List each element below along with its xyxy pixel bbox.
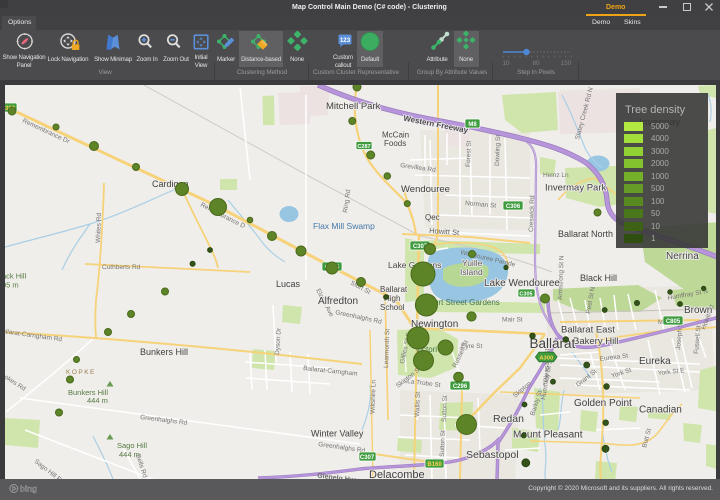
svg-text:10: 10 bbox=[502, 60, 510, 67]
svg-text:Eureka: Eureka bbox=[639, 356, 671, 367]
svg-text:Invermay Park: Invermay Park bbox=[545, 183, 606, 194]
svg-text:444 m: 444 m bbox=[119, 450, 140, 459]
svg-text:Ballarat East: Ballarat East bbox=[561, 325, 615, 336]
svg-text:Island: Island bbox=[460, 267, 483, 277]
svg-text:B160: B160 bbox=[427, 462, 442, 468]
svg-text:444 m: 444 m bbox=[87, 396, 108, 405]
svg-text:C305: C305 bbox=[519, 292, 532, 298]
svg-text:Foods: Foods bbox=[384, 139, 406, 148]
svg-text:Flax Mill Swamp: Flax Mill Swamp bbox=[313, 221, 375, 231]
svg-text:Nerrina: Nerrina bbox=[666, 251, 699, 262]
svg-text:Creswick Rd: Creswick Rd bbox=[528, 195, 536, 232]
svg-text:Lake Wendouree: Lake Wendouree bbox=[484, 278, 560, 289]
svg-text:123: 123 bbox=[340, 37, 351, 44]
svg-text:150: 150 bbox=[561, 60, 572, 67]
svg-text:C287: C287 bbox=[357, 144, 370, 150]
svg-text:Dowling St: Dowling St bbox=[494, 135, 502, 166]
svg-text:Learmonth St: Learmonth St bbox=[383, 329, 391, 368]
svg-text:Qec: Qec bbox=[425, 213, 440, 222]
svg-text:bing: bing bbox=[20, 485, 37, 494]
svg-text:Sutton St: Sutton St bbox=[439, 430, 447, 457]
svg-text:Eyre St: Eyre St bbox=[461, 343, 483, 350]
svg-text:KOPKE: KOPKE bbox=[66, 369, 96, 376]
svg-text:Forest St: Forest St bbox=[465, 140, 473, 167]
svg-text:Bunkers Hill: Bunkers Hill bbox=[140, 347, 188, 357]
svg-text:Brown: Brown bbox=[684, 305, 712, 316]
svg-text:Mair St: Mair St bbox=[502, 317, 523, 324]
svg-text:Wiltshire Ln: Wiltshire Ln bbox=[370, 380, 378, 415]
svg-text:Bakery Hill: Bakery Hill bbox=[573, 336, 618, 347]
svg-text:Whites Rd: Whites Rd bbox=[95, 212, 103, 243]
svg-text:School: School bbox=[380, 303, 405, 312]
svg-text:Lucas: Lucas bbox=[276, 279, 301, 289]
svg-text:Golden Point: Golden Point bbox=[574, 398, 632, 409]
svg-text:Wendouree: Wendouree bbox=[401, 184, 450, 195]
svg-text:C805: C805 bbox=[666, 319, 681, 325]
svg-text:Alfredton: Alfredton bbox=[318, 296, 358, 307]
svg-text:Sago Hill: Sago Hill bbox=[117, 441, 147, 450]
svg-text:C306: C306 bbox=[506, 204, 521, 210]
svg-text:Delacombe: Delacombe bbox=[369, 469, 425, 479]
svg-text:Ballarat North: Ballarat North bbox=[558, 229, 613, 239]
svg-text:05 m: 05 m bbox=[5, 281, 19, 290]
svg-text:Canadian: Canadian bbox=[639, 405, 682, 416]
svg-text:Heinz Ln: Heinz Ln bbox=[543, 172, 569, 179]
svg-text:Sebastopol: Sebastopol bbox=[466, 449, 519, 461]
svg-text:A300: A300 bbox=[539, 355, 553, 361]
svg-text:Cuthberts Rd: Cuthberts Rd bbox=[102, 264, 141, 271]
svg-text:80: 80 bbox=[532, 60, 540, 67]
svg-text:C296: C296 bbox=[453, 384, 468, 390]
svg-text:Ballarat: Ballarat bbox=[380, 285, 408, 294]
svg-text:Black Hill: Black Hill bbox=[580, 273, 617, 283]
svg-text:M8: M8 bbox=[468, 122, 477, 128]
svg-text:Winter Valley: Winter Valley bbox=[311, 429, 364, 439]
svg-text:Mitchell Park: Mitchell Park bbox=[326, 101, 381, 112]
svg-text:urt Street Gardens: urt Street Gardens bbox=[434, 298, 500, 307]
svg-text:Redan: Redan bbox=[493, 413, 524, 425]
svg-text:ack Hill: ack Hill bbox=[5, 272, 27, 281]
svg-text:Wallis St: Wallis St bbox=[414, 392, 422, 417]
svg-text:C307: C307 bbox=[360, 455, 375, 461]
svg-text:Sutton St: Sutton St bbox=[441, 395, 449, 422]
